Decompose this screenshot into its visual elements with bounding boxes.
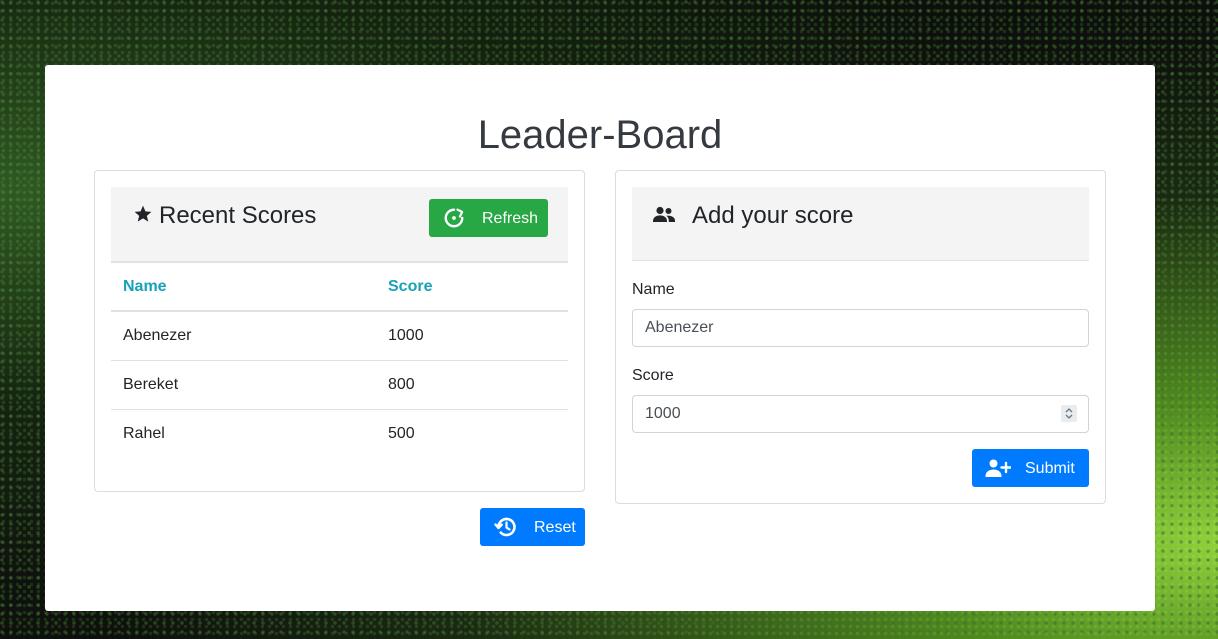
table-row: Bereket 800	[111, 360, 568, 410]
column-header-score: Score	[376, 263, 568, 312]
table-row: Abenezer 1000	[111, 311, 568, 361]
add-score-header: Add your score	[632, 187, 1089, 261]
refresh-button[interactable]: Refresh	[429, 199, 548, 237]
table-row: Rahel 500	[111, 409, 568, 458]
name-input[interactable]	[632, 309, 1089, 347]
table-header-row: Name Score	[111, 263, 568, 312]
row-score: 1000	[376, 311, 568, 361]
row-name: Abenezer	[111, 311, 376, 361]
submit-label: Submit	[1025, 460, 1075, 477]
recent-scores-title: Recent Scores	[159, 202, 317, 229]
row-name: Rahel	[123, 424, 165, 442]
recent-scores-header: Recent Scores Refresh	[111, 187, 568, 263]
star-icon	[133, 204, 153, 229]
row-score: 500	[388, 424, 415, 442]
page-title: Leader-Board	[477, 113, 723, 157]
row-score: 800	[376, 360, 568, 410]
score-label: Score	[632, 367, 674, 384]
submit-button[interactable]: Submit	[972, 449, 1089, 487]
user-plus-icon	[985, 458, 1012, 483]
score-field	[632, 395, 1089, 433]
scores-table: Name Score Abenezer 1000 Bereket 800 Rah…	[111, 263, 568, 458]
add-score-title: Add your score	[692, 202, 854, 229]
reset-label: Reset	[534, 519, 576, 536]
recent-scores-card: Recent Scores Refresh Name Score Abeneze…	[94, 170, 585, 492]
score-stepper[interactable]	[1061, 405, 1077, 422]
reset-button[interactable]: Reset	[480, 508, 585, 546]
column-header-name: Name	[111, 263, 376, 312]
users-icon	[652, 205, 676, 230]
history-icon	[494, 515, 518, 544]
refresh-label: Refresh	[482, 210, 539, 227]
name-label: Name	[632, 281, 675, 298]
score-input[interactable]	[632, 395, 1089, 433]
row-name: Bereket	[111, 360, 376, 410]
add-score-card: Add your score Name Score Submit	[615, 170, 1106, 504]
refresh-icon	[443, 207, 465, 234]
